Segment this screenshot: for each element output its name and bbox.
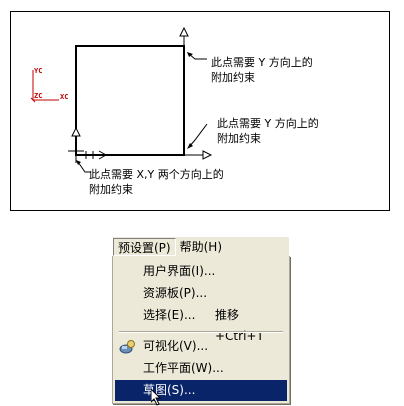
menu-item-sketch[interactable]: 草图(S)... [115, 380, 287, 401]
sketch-rectangle [75, 45, 185, 156]
preferences-dropdown: 用户界面(I)... 资源板(P)... 选择(E)... 推移+Ctrl+T … [112, 256, 290, 404]
visualization-icon [119, 340, 135, 354]
menu-item-resource-bar[interactable]: 资源板(P)... [115, 283, 287, 304]
menu-item-label: 选择(E)... [143, 308, 196, 322]
menu-help[interactable]: 帮助(H) [176, 238, 226, 256]
menu-item-label: 用户界面(I)... [143, 264, 216, 278]
mouse-pointer-icon [151, 389, 162, 406]
menu-separator [119, 331, 283, 333]
bottom-right-x-arrow [184, 150, 213, 160]
menu-item-visualization[interactable]: 可视化(V)... [115, 336, 287, 357]
yc-axis-label: YC [34, 67, 43, 75]
menu-item-label: 工作平面(W)... [143, 361, 224, 375]
menu-item-work-plane[interactable]: 工作平面(W)... [115, 358, 287, 379]
top-right-y-arrow [179, 26, 189, 46]
leader-arrowheads [76, 52, 193, 165]
constraint-diagram: YC ZC XC 此点需要 Y 方向上的 附加约束 此点需要 Y 方向上的 附加… [10, 11, 390, 211]
note-line: 附加约束 [217, 132, 261, 145]
menu-item-label: 资源板(P)... [143, 286, 208, 300]
xc-axis-label: XC [60, 93, 69, 101]
note-top-right: 此点需要 Y 方向上的 附加约束 [211, 55, 313, 85]
note-line: 此点需要 Y 方向上的 [217, 117, 319, 130]
bottom-left-y-arrow [71, 126, 81, 142]
note-line: 附加约束 [211, 71, 255, 84]
menu-bar: 预设置(P) 帮助(H) [112, 236, 289, 256]
zc-axis-label: ZC [34, 92, 43, 100]
menu-item-selection[interactable]: 选择(E)... 推移+Ctrl+T [115, 305, 287, 343]
note-bottom-left: 此点需要 X,Y 两个方向上的 附加约束 [89, 167, 224, 197]
note-line: 此点需要 X,Y 两个方向上的 [89, 168, 224, 181]
note-line: 此点需要 Y 方向上的 [211, 56, 313, 69]
menu-item-label: 可视化(V)... [143, 339, 209, 353]
note-line: 附加约束 [89, 183, 133, 196]
note-mid-right: 此点需要 Y 方向上的 附加约束 [217, 116, 319, 146]
menu-item-user-interface[interactable]: 用户界面(I)... [115, 261, 287, 282]
bottom-left-x-arrow [76, 150, 108, 160]
menu-preferences[interactable]: 预设置(P) [113, 237, 176, 256]
